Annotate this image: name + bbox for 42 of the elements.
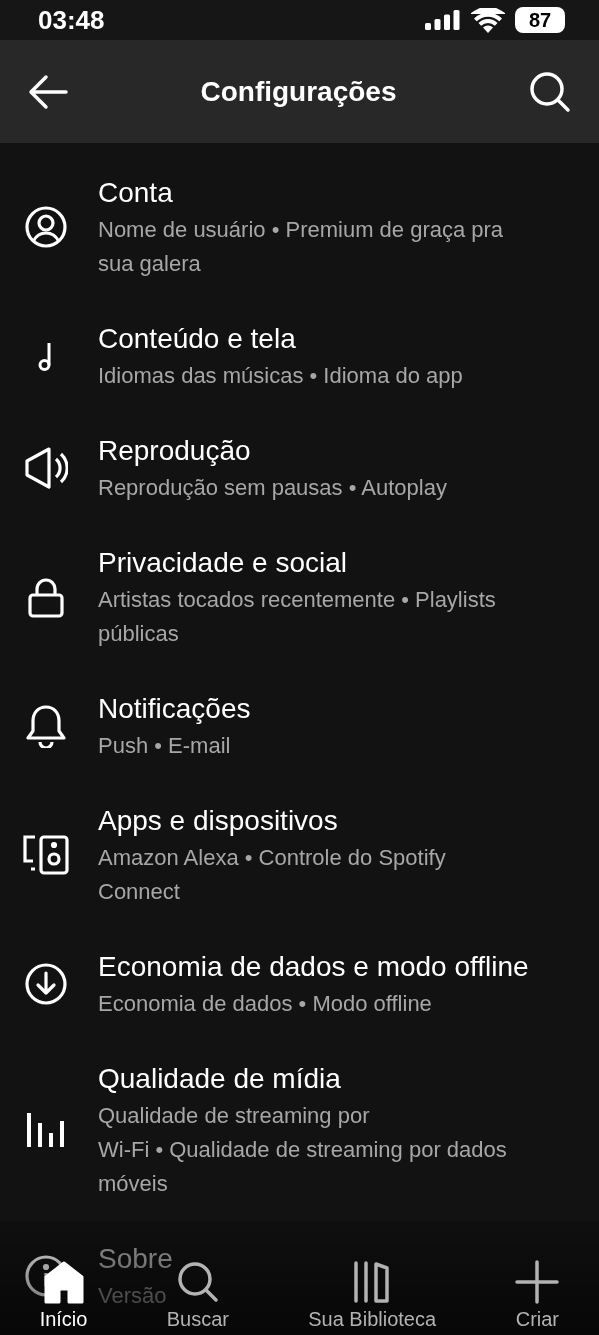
setting-title: Qualidade de mídia <box>98 1062 341 1096</box>
setting-description: Amazon Alexa • Controle do Spotify <box>98 844 446 872</box>
nav-tab[interactable]: Início <box>39 1260 88 1331</box>
battery-icon: 87 <box>515 7 565 33</box>
setting-description: móveis <box>98 1170 168 1198</box>
lock-icon <box>28 576 64 618</box>
setting-description: Nome de usuário • Premium de graça pra <box>98 216 504 244</box>
setting-description: Economia de dados • Modo offline <box>98 990 432 1018</box>
back-button[interactable] <box>28 73 68 110</box>
search-button[interactable] <box>529 70 571 113</box>
setting-description: Reprodução sem pausas • Autoplay <box>98 474 447 502</box>
setting-description: Connect <box>98 878 180 906</box>
setting-description: Qualidade de streaming por <box>98 1102 370 1130</box>
setting-description: Versão <box>98 1282 167 1310</box>
setting-title: Reprodução <box>98 434 251 468</box>
signal-icon <box>425 10 461 30</box>
setting-title: Notificações <box>98 692 251 726</box>
setting-title: Conteúdo e tela <box>98 322 296 356</box>
setting-description: sua galera <box>98 250 201 278</box>
wifi-icon <box>471 7 505 33</box>
bars-icon <box>26 1113 66 1147</box>
plus-icon <box>515 1260 560 1304</box>
setting-description: Push • E-mail <box>98 732 231 760</box>
setting-title: Economia de dados e modo offline <box>98 950 529 984</box>
setting-title: Sobre <box>98 1242 173 1276</box>
setting-description: Idiomas das músicas • Idioma do app <box>98 362 463 390</box>
page-title: Configurações <box>200 75 397 108</box>
nav-tab[interactable]: Sua Biblioteca <box>308 1260 437 1331</box>
setting-title: Conta <box>98 176 173 210</box>
user-circle-icon <box>25 206 67 248</box>
setting-description: Wi-Fi • Qualidade de streaming por dados <box>98 1136 507 1164</box>
setting-title: Apps e dispositivos <box>98 804 338 838</box>
devices-icon <box>23 835 69 875</box>
search-icon <box>175 1260 220 1304</box>
setting-title: Privacidade e social <box>98 546 348 580</box>
status-time: 03:48 <box>38 4 105 36</box>
bell-icon <box>26 704 66 748</box>
nav-tab[interactable]: Criar <box>515 1260 560 1331</box>
setting-description: públicas <box>98 620 179 648</box>
download-circle-icon <box>25 963 67 1005</box>
speaker-icon <box>24 447 68 489</box>
setting-description: Artistas tocados recentemente • Playlists <box>98 586 496 614</box>
